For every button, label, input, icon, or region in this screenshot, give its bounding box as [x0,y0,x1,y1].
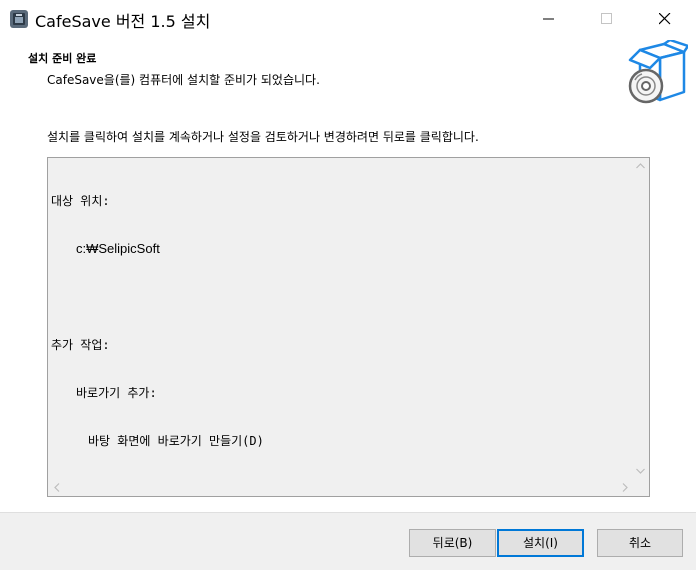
maximize-button [584,0,630,38]
horizontal-scrollbar[interactable] [48,479,633,496]
chevron-right-icon [622,483,628,492]
box-disc-icon [626,38,690,104]
summary-content: 대상 위치: c:₩SelipicSoft 추가 작업: 바로가기 추가: 바탕… [51,161,264,481]
scroll-down-button[interactable] [632,463,649,480]
shortcut-desktop-item: 바탕 화면에 바로가기 만들기(D) [88,434,264,448]
minimize-icon [543,18,554,20]
close-icon [659,13,671,25]
window-title: CafeSave 버전 1.5 설치 [35,12,211,31]
scroll-right-button[interactable] [616,479,633,496]
dest-path: c:₩SelipicSoft [76,241,160,256]
cancel-button[interactable]: 취소 [597,529,683,557]
minimize-button[interactable] [526,0,572,38]
install-button[interactable]: 설치(I) [497,529,584,557]
close-button[interactable] [642,0,688,38]
chevron-left-icon [54,483,60,492]
dest-label: 대상 위치: [51,194,110,208]
shortcut-group-label: 바로가기 추가: [76,386,157,400]
title-bar[interactable]: CafeSave 버전 1.5 설치 [0,0,696,38]
vertical-scrollbar[interactable] [632,158,649,480]
summary-memo[interactable]: 대상 위치: c:₩SelipicSoft 추가 작업: 바로가기 추가: 바탕… [47,157,650,497]
scroll-left-button[interactable] [48,479,65,496]
scrollbar-corner [632,479,649,496]
installer-app-icon [9,9,29,29]
chevron-up-icon [636,163,645,169]
page-title: 설치 준비 완료 [28,52,97,65]
page-subtitle: CafeSave을(를) 컴퓨터에 설치할 준비가 되었습니다. [47,73,320,87]
back-button[interactable]: 뒤로(B) [409,529,496,557]
scroll-up-button[interactable] [632,158,649,175]
button-bar [0,512,696,570]
chevron-down-icon [636,468,645,474]
tasks-label: 추가 작업: [51,338,110,352]
instruction-text: 설치를 클릭하여 설치를 계속하거나 설정을 검토하거나 변경하려면 뒤로를 클… [47,130,479,144]
maximize-icon [601,13,612,24]
